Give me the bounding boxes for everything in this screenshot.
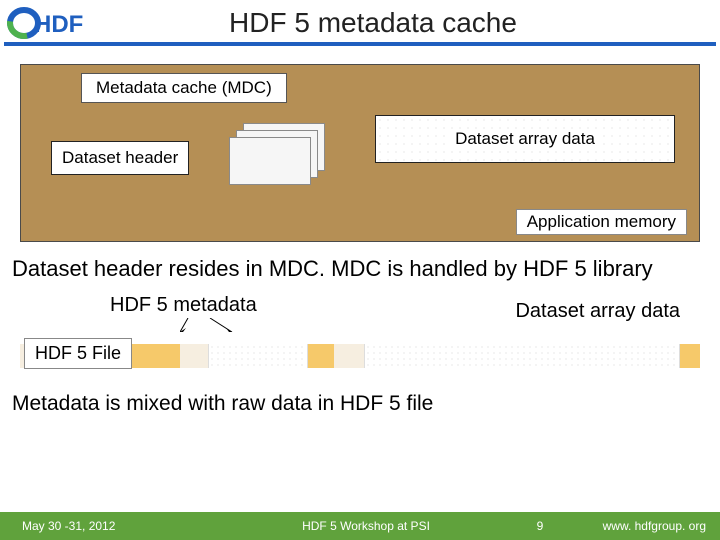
filestrip-labels: HDF 5 metadata Dataset array data	[0, 288, 720, 328]
mdc-label-box: Metadata cache (MDC)	[81, 73, 287, 103]
footer-page: 9	[510, 519, 570, 533]
array-data-label: Dataset array data	[515, 300, 680, 323]
title-underline	[4, 42, 716, 46]
file-chunk-raw	[364, 344, 680, 368]
footer-venue: HDF 5 Workshop at PSI	[222, 519, 510, 533]
slide-title: HDF 5 metadata cache	[92, 7, 714, 39]
sheet-icon	[229, 137, 311, 185]
file-chunk-raw	[308, 344, 334, 368]
file-chunk-meta	[180, 344, 208, 368]
slide-footer: May 30 -31, 2012 HDF 5 Workshop at PSI 9…	[0, 512, 720, 540]
hdf-logo-icon: HDF	[6, 6, 92, 40]
dataset-header-box: Dataset header	[51, 141, 189, 175]
caption-2: Metadata is mixed with raw data in HDF 5…	[12, 392, 708, 416]
file-chunk-raw	[680, 344, 700, 368]
file-chunk-raw	[208, 344, 308, 368]
hdf5-file-strip: HDF 5 File	[20, 334, 700, 380]
dataset-array-box: Dataset array data	[375, 115, 675, 163]
dataset-array-label: Dataset array data	[447, 129, 603, 149]
application-memory-label: Application memory	[516, 209, 687, 235]
hdf5-file-label: HDF 5 File	[24, 338, 132, 369]
footer-date: May 30 -31, 2012	[22, 519, 222, 533]
footer-url: www. hdfgroup. org	[570, 519, 720, 533]
file-chunk-meta	[334, 344, 364, 368]
slide-header: HDF HDF 5 metadata cache	[0, 0, 720, 42]
metadata-label: HDF 5 metadata	[110, 294, 257, 317]
mdc-memory-block: Metadata cache (MDC) Dataset header Data…	[20, 64, 700, 242]
metadata-sheet-stack	[229, 123, 327, 185]
svg-text:HDF: HDF	[34, 11, 83, 38]
arrow-icon	[180, 318, 270, 332]
caption-1: Dataset header resides in MDC. MDC is ha…	[12, 256, 708, 282]
